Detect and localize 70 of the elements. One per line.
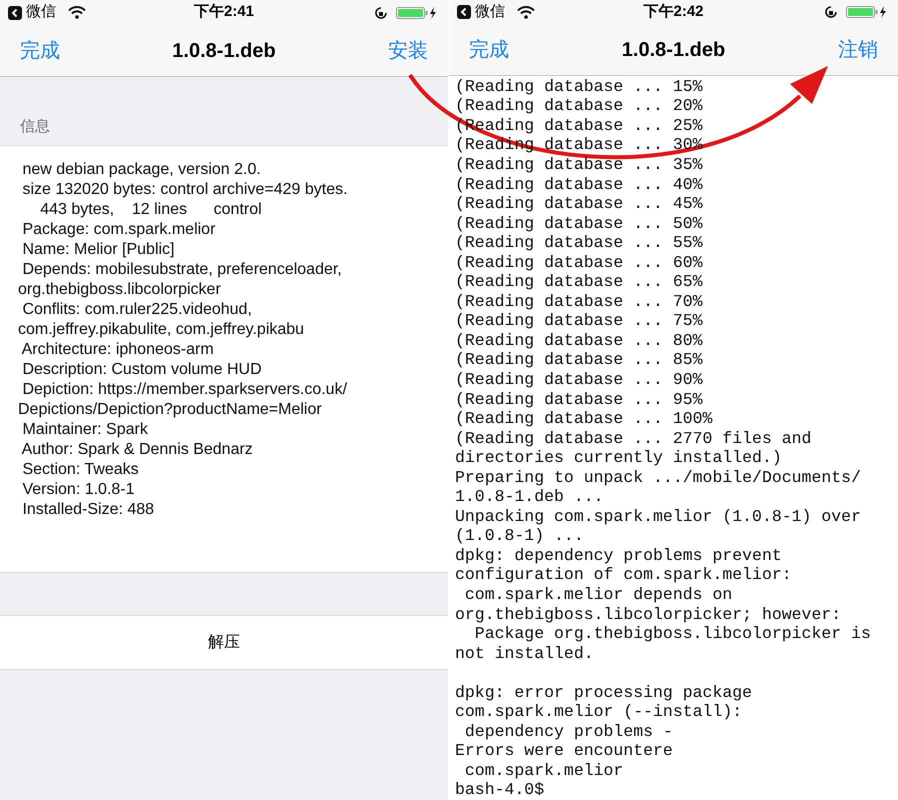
terminal-line: configuration of com.spark.melior: <box>455 565 792 585</box>
terminal-line: bash-4.0$ <box>455 780 544 800</box>
terminal-line: (Reading database ... 2770 files and <box>455 428 812 448</box>
info-line: Version: 1.0.8-1 <box>21 480 136 500</box>
terminal-line: (Reading database ... 75% <box>455 311 703 331</box>
info-line: Depends: mobilesubstrate, preferenceloader, <box>21 260 343 280</box>
terminal-line: com.spark.melior <box>464 760 624 780</box>
terminal-line: (Reading database ... 100% <box>455 409 712 429</box>
info-line: Name: Melior [Public] <box>21 240 176 260</box>
done-button[interactable]: 完成 <box>469 34 509 65</box>
back-app-label[interactable]: 微信 <box>26 1 56 24</box>
info-line: size 132020 bytes: control archive=429 bytes. <box>21 180 349 200</box>
extract-button[interactable]: 解压 <box>0 615 448 670</box>
back-icon[interactable] <box>8 6 22 20</box>
nav-title: 1.0.8-1.deb <box>172 38 276 64</box>
terminal-line: dpkg: dependency problems prevent <box>455 546 782 566</box>
status-time: 下午2:41 <box>194 2 254 22</box>
info-line: org.thebigboss.libcolorpicker <box>18 280 222 300</box>
nav-action-button[interactable]: 注销 <box>838 34 878 65</box>
done-button[interactable]: 完成 <box>20 36 60 66</box>
terminal-line: (Reading database ... 15% <box>455 76 703 96</box>
status-time: 下午2:42 <box>643 2 704 22</box>
terminal-line: (Reading database ... 90% <box>455 370 703 390</box>
wifi-icon <box>68 6 86 19</box>
rotation-lock-icon <box>824 5 838 20</box>
terminal-line: (Reading database ... 70% <box>455 292 703 312</box>
terminal-line: Preparing to unpack .../mobile/Documents/ <box>455 468 861 488</box>
info-line: Section: Tweaks <box>21 460 140 480</box>
rotation-lock-icon <box>374 6 388 20</box>
info-line: Description: Custom volume HUD <box>21 360 263 380</box>
terminal-line: (Reading database ... 50% <box>455 214 703 234</box>
terminal-line: (Reading database ... 85% <box>455 350 703 370</box>
terminal-line: (Reading database ... 45% <box>455 194 703 214</box>
nav-action-button[interactable]: 安装 <box>388 36 428 66</box>
terminal-line: (Reading database ... 65% <box>455 272 703 292</box>
info-line: new debian package, version 2.0. <box>21 160 262 180</box>
terminal-line: (Reading database ... 35% <box>455 154 703 174</box>
terminal-line: com.spark.melior (--install): <box>455 702 742 722</box>
terminal-line: (1.0.8-1) ... <box>455 526 584 546</box>
terminal-line: 1.0.8-1.deb ... <box>455 487 604 507</box>
terminal-line: (Reading database ... 80% <box>455 330 703 350</box>
info-line: Depiction: https://member.sparkservers.co.uk/ <box>21 380 348 400</box>
info-line: 443 bytes, 12 lines control <box>39 200 263 220</box>
info-line: Maintainer: Spark <box>21 420 149 440</box>
back-app-label[interactable]: 微信 <box>475 1 505 24</box>
terminal-line: (Reading database ... 20% <box>455 96 703 116</box>
info-line: Depictions/Depiction?productName=Melior <box>18 400 323 420</box>
info-line: Author: Spark & Dennis Bednarz <box>20 440 254 460</box>
section-header: 信息 <box>20 118 50 135</box>
terminal-line: dependency problems - <box>464 722 673 742</box>
terminal-line: (Reading database ... 60% <box>455 252 703 272</box>
terminal-line: Package org.thebigboss.libcolorpicker is <box>474 624 871 644</box>
terminal-line: Errors were encountere <box>455 741 673 761</box>
info-line: Installed-Size: 488 <box>21 500 156 520</box>
terminal-line: (Reading database ... 95% <box>455 390 703 410</box>
terminal-line: directories currently installed.) <box>455 448 782 468</box>
info-line: Package: com.spark.melior <box>21 220 216 240</box>
terminal-line: dpkg: error processing package <box>455 682 752 702</box>
terminal-line: com.spark.melior depends on <box>464 584 732 605</box>
terminal-line: (Reading database ... 55% <box>455 233 703 253</box>
terminal-line: not installed. <box>455 644 594 664</box>
info-line: Conflits: com.ruler225.videohud, <box>21 300 253 320</box>
terminal-line: Unpacking com.spark.melior (1.0.8-1) over <box>455 506 861 526</box>
nav-title: 1.0.8-1.deb <box>622 38 726 63</box>
wifi-icon <box>517 6 535 19</box>
info-line: com.jeffrey.pikabulite, com.jeffrey.pikabu <box>18 320 306 340</box>
terminal-line: org.thebigboss.libcolorpicker; however: <box>455 604 842 624</box>
terminal-line: (Reading database ... 40% <box>455 174 703 194</box>
info-line: Architecture: iphoneos-arm <box>20 340 215 360</box>
back-icon[interactable] <box>457 5 471 20</box>
